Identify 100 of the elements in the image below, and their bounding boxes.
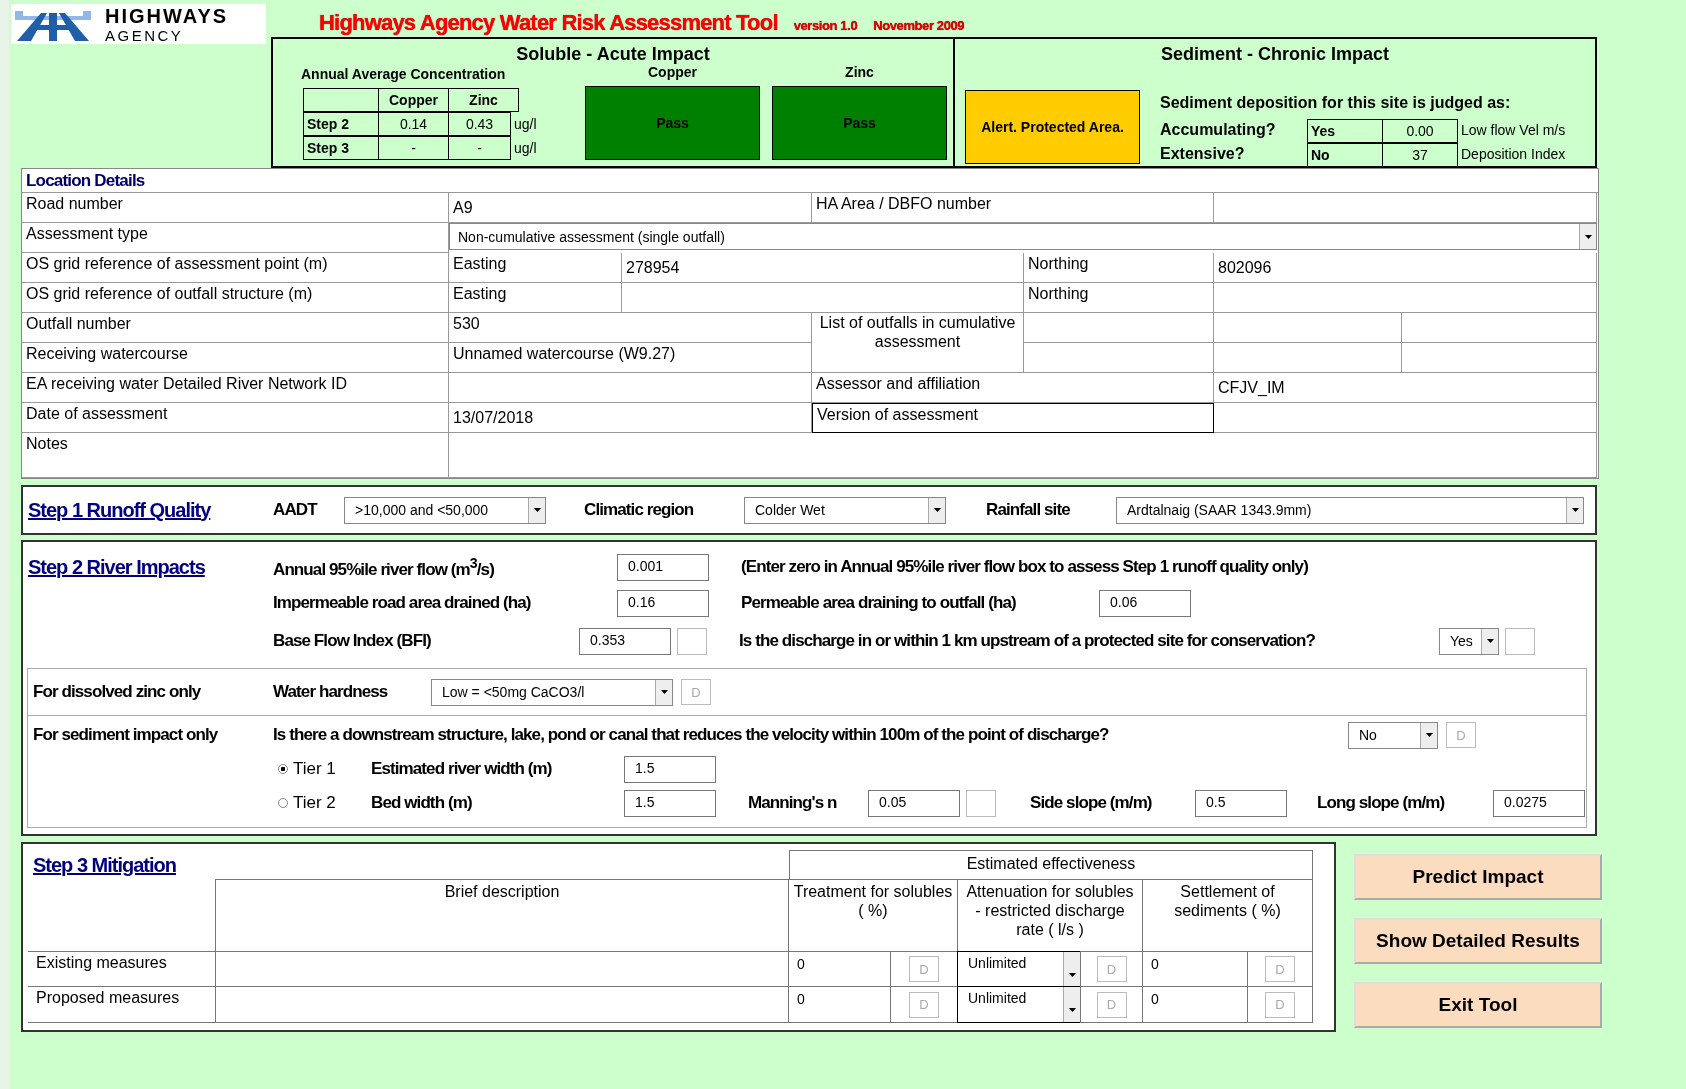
flag-box: D [909, 956, 939, 982]
dropdown[interactable]: Ardtalnaig (SAAR 1343.9mm) [1116, 496, 1584, 524]
field-label: Assessment type [22, 223, 449, 253]
table-cell: 0.00 [1382, 118, 1458, 143]
outfall-list-field[interactable] [1402, 313, 1597, 343]
field-label: EA receiving water Detailed River Network ID [22, 373, 449, 403]
question-label: Extensive? [1160, 145, 1246, 163]
field-label: AADT [273, 500, 319, 520]
assessment-type-dropdown[interactable]: Non-cumulative assessment (single outfall) [449, 223, 1597, 250]
field-label: Assessor and affiliation [812, 373, 1214, 403]
action-button[interactable]: Predict Impact [1354, 854, 1602, 900]
notes-field[interactable] [449, 433, 1597, 478]
field-label: Northing [1024, 283, 1214, 313]
side-slope-field[interactable]: 0.5 [1195, 789, 1287, 817]
field-label: Rainfall site [986, 500, 1071, 520]
dropdown[interactable]: Colder Wet [744, 496, 946, 524]
action-button[interactable]: Exit Tool [1354, 982, 1602, 1028]
river-flow-field[interactable]: 0.001 [617, 553, 709, 581]
column-header: Zinc [448, 88, 519, 112]
release-date: November 2009 [873, 18, 965, 33]
dropdown-arrow-icon [1584, 234, 1592, 239]
step-title: Step 2 River Impacts [27, 555, 206, 579]
flag-box: D [681, 679, 711, 705]
logo-name: HIGHWAYS [105, 5, 229, 26]
field-label: Permeable area draining to outfall (ha) [741, 593, 1017, 613]
easting-field[interactable] [622, 283, 1024, 313]
app-title: Highways Agency Water Risk Assessment Tool [319, 10, 778, 36]
table-cell: Yes [1307, 118, 1383, 143]
outfall-list-field[interactable] [1214, 313, 1402, 343]
column-header: Copper [378, 88, 449, 112]
column-group-header: Estimated effectiveness [789, 850, 1313, 880]
action-button[interactable]: Show Detailed Results [1354, 918, 1602, 964]
watercourse-field[interactable]: Unnamed watercourse (W9.27) [449, 343, 812, 373]
table-cell: 0.14 [378, 112, 449, 136]
section-label: For sediment impact only [32, 725, 219, 745]
bfi-field[interactable]: 0.353 [579, 627, 671, 655]
field-label: Long slope (m/m) [1317, 793, 1446, 813]
field-label: Easting [449, 283, 622, 313]
step-title: Step 1 Runoff Quality [27, 498, 212, 522]
field-label: OS grid reference of assessment point (m) [22, 253, 449, 283]
flag-box: D [1446, 722, 1476, 748]
assessor-field[interactable]: CFJV_IM [1214, 373, 1597, 403]
column-header: Brief description [215, 879, 789, 952]
outfall-list-field[interactable] [1402, 343, 1597, 373]
field-label: Impermeable road area drained (ha) [273, 593, 532, 613]
flag-box: D [909, 991, 939, 1018]
northing-field[interactable] [1214, 283, 1597, 313]
field-label: Easting [449, 253, 622, 283]
logo-subtitle: AGENCY [105, 27, 185, 43]
easting-field[interactable]: 278954 [622, 253, 1024, 283]
field-label: OS grid reference of outfall structure (m) [22, 283, 449, 313]
unit-label: Low flow Vel m/s [1460, 122, 1566, 138]
version-label: version 1.0 [793, 18, 858, 33]
dropdown[interactable]: Yes [1439, 627, 1499, 655]
table-cell: 0.43 [448, 112, 511, 136]
dropdown[interactable]: >10,000 and <50,000 [344, 496, 546, 524]
concentration-title: Annual Average Concentration [301, 66, 507, 84]
attenuation-dropdown[interactable]: Unlimited [957, 986, 1081, 1023]
network-id-field[interactable] [449, 373, 812, 403]
dropdown[interactable]: Low = <50mg CaCO3/l [431, 678, 673, 706]
field-label: Is there a downstream structure, lake, pond or canal that reduces the velocity within 100m of the point of discharge? [273, 725, 1110, 745]
metal-label: Copper [648, 64, 697, 82]
unit-label: Deposition Index [1460, 146, 1566, 162]
outfall-number-field[interactable]: 530 [449, 313, 812, 343]
field-label: Manning's n [748, 793, 838, 813]
flag-box: D [1265, 991, 1295, 1018]
permeable-area-field[interactable]: 0.06 [1099, 589, 1191, 617]
version-field[interactable] [1214, 403, 1597, 433]
result-box: Alert. Protected Area. [965, 90, 1140, 164]
unit-label: ug/l [513, 140, 537, 156]
river-width-field[interactable]: 1.5 [624, 755, 716, 783]
bed-width-field[interactable]: 1.5 [624, 789, 716, 817]
dropdown[interactable]: No [1348, 721, 1438, 749]
step-title: Step 3 Mitigation [32, 853, 177, 877]
dropdown-arrow-icon [933, 508, 941, 512]
dropdown-arrow-icon [1068, 1007, 1076, 1012]
long-slope-field[interactable]: 0.0275 [1493, 789, 1585, 817]
dropdown-arrow-icon [1571, 508, 1579, 512]
empty-box [677, 627, 707, 655]
northing-field[interactable]: 802096 [1214, 253, 1597, 283]
table-cell: No [1307, 142, 1383, 167]
flag-box: D [1265, 956, 1295, 982]
outfall-list-field[interactable] [1024, 313, 1214, 343]
field-label: Notes [22, 433, 449, 478]
outfall-list-field[interactable] [1024, 343, 1214, 373]
date-field[interactable]: 13/07/2018 [449, 403, 812, 433]
outfall-list-field[interactable] [1214, 343, 1402, 373]
dropdown-arrow-icon [1486, 639, 1494, 643]
field-label: Climatic region [584, 500, 695, 520]
field-label: Side slope (m/m) [1030, 793, 1153, 813]
field-label: Annual 95%ile river flow (m$^{3}$/s) [273, 554, 495, 580]
hint-text: (Enter zero in Annual 95%ile river flow box to assess Step 1 runoff quality only) [741, 557, 1308, 577]
road-area-field[interactable]: 0.16 [617, 589, 709, 617]
row-header: Step 2 [303, 112, 379, 136]
deposition-heading: Sediment deposition for this site is judged as: [1160, 94, 1512, 113]
tier-radio[interactable]: Tier 1 [278, 759, 371, 779]
manning-field[interactable]: 0.05 [868, 789, 960, 817]
tier-radio[interactable]: Tier 2 [278, 793, 371, 813]
result-box: Pass [772, 86, 947, 160]
dropdown-arrow-icon [1068, 972, 1076, 977]
